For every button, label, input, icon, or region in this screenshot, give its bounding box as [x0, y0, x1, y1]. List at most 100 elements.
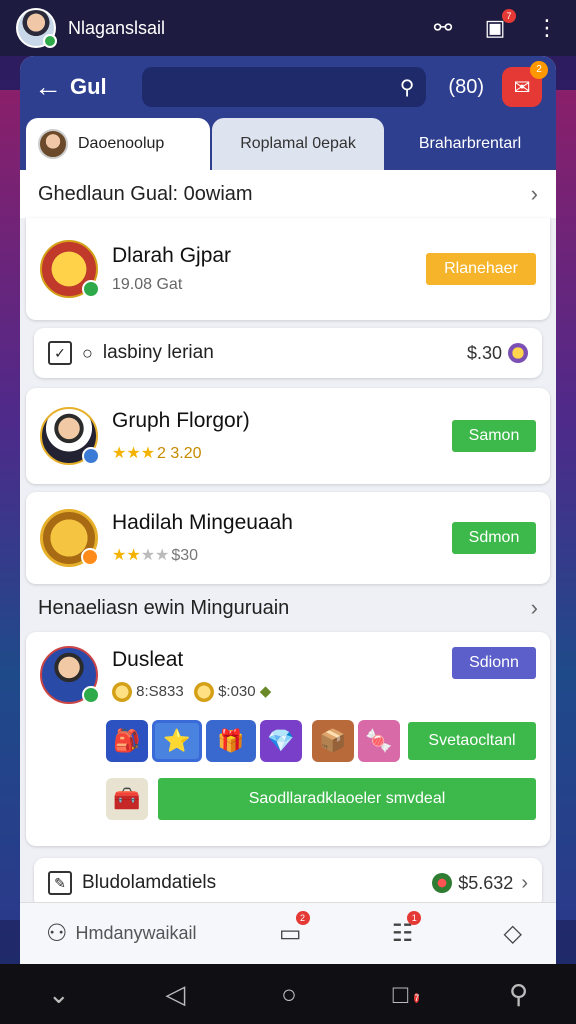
item-name: Hadilah Mingeuaah	[112, 511, 293, 534]
link-icon[interactable]: ⚯	[430, 15, 456, 41]
tab-bar: Daoenoolup Roplamal 0epak Braharbrentarl	[20, 118, 556, 170]
chevron-right-icon: ›	[521, 871, 528, 894]
edit-icon[interactable]: ✎	[48, 871, 72, 895]
featured-action-button[interactable]: Rlanehaer	[426, 253, 536, 285]
notif-badge: 7	[502, 9, 516, 23]
game-tile-icon[interactable]: ⭐	[152, 720, 202, 762]
line-amount: $5.632	[458, 872, 514, 893]
nav-box[interactable]: ◇	[504, 919, 530, 948]
list-item[interactable]: Hadilah Mingeuaah ★★★★ $30 Sdmon	[26, 492, 550, 584]
user-avatar	[40, 646, 100, 704]
coin-icon	[112, 682, 132, 703]
system-nav-bar: ⌄ ◁ ○ □ 7 ⚲	[0, 964, 576, 1024]
bullet-icon: ○	[82, 342, 93, 363]
section-header[interactable]: Ghedlaun Gual: 0owiam ›	[20, 170, 556, 218]
rating-value: 2 3.20	[157, 445, 202, 462]
inbox-button[interactable]: ✉ 2	[502, 61, 548, 107]
assistant-icon[interactable]: ⚲	[509, 979, 528, 1010]
tab-daoenoolup[interactable]: Daoenoolup	[26, 118, 210, 170]
chevron-down-icon[interactable]: ⌄	[48, 979, 70, 1010]
tab-braharbrentarl[interactable]: Braharbrentarl	[384, 118, 556, 170]
game-tile-icon[interactable]: 🎒	[106, 720, 148, 762]
tab-avatar-icon	[38, 129, 68, 159]
tab-label: Roplamal 0epak	[240, 135, 356, 152]
chevron-right-icon: ›	[530, 181, 538, 206]
game-tiles: 🎒 ⭐ 🎁 💎 📦 🍬 Svetaocltanl	[106, 720, 536, 762]
item-subtitle: 19.08 Gat	[112, 276, 183, 293]
info-line-card[interactable]: ✎ Bludolamdatiels $5.632 ›	[34, 858, 542, 908]
search-input[interactable]: ⚲	[142, 67, 427, 107]
back-icon[interactable]: ◁	[165, 979, 185, 1010]
nav-notes[interactable]: ▭ 2	[279, 911, 310, 948]
nav-chat[interactable]: ☷ 1	[392, 911, 422, 948]
tab-roplamal[interactable]: Roplamal 0epak	[212, 118, 384, 170]
recents-badge: 7	[414, 992, 420, 1003]
user-avatar	[40, 407, 100, 465]
nav-label: Hmdanywaikail	[75, 923, 197, 943]
bottom-nav: ⚇ Hmdanywaikail ▭ 2 ☷ 1 ◇	[20, 902, 556, 964]
profile-avatar[interactable]	[16, 8, 57, 48]
checkbox-icon[interactable]: ✓	[48, 341, 72, 365]
game-tile-icon[interactable]: 📦	[312, 720, 354, 762]
coin-value: $:030	[218, 682, 256, 700]
nav-profile[interactable]: ⚇ Hmdanywaikail	[46, 919, 197, 948]
item-action-button[interactable]: Sdmon	[452, 522, 536, 554]
inbox-badge: 2	[530, 61, 548, 79]
tab-label: Braharbrentarl	[418, 135, 522, 152]
game-tile-icon[interactable]: 🎁	[206, 720, 256, 762]
user-icon: ⚇	[46, 920, 68, 947]
line-text: Bludolamdatiels	[82, 872, 217, 893]
back-arrow-icon[interactable]: ←	[34, 71, 70, 103]
verified-icon	[82, 447, 100, 465]
treasure-avatar	[40, 240, 100, 298]
nav-badge: 1	[407, 911, 422, 925]
game-action-button[interactable]: Sdionn	[452, 647, 536, 679]
line-text: lasbiny lerian	[102, 342, 214, 363]
game-tile-icon[interactable]: 💎	[260, 720, 302, 762]
page-title: Gul	[70, 74, 107, 99]
more-vert-icon[interactable]: ⋮	[534, 15, 560, 41]
rating-value: $30	[171, 547, 199, 564]
map-icon: ◆	[259, 682, 272, 700]
list-item[interactable]: Gruph Florgor) ★★★ 2 3.20 Samon	[26, 388, 550, 484]
line-amount: $.30	[466, 342, 502, 363]
featured-card[interactable]: Dlarah Gjpar 19.08 Gat Rlanehaer	[26, 218, 550, 320]
info-line-card[interactable]: ✓ ○ lasbiny lerian $.30	[34, 328, 542, 378]
nav-badge: 2	[295, 911, 310, 925]
chevron-right-icon: ›	[530, 595, 538, 620]
coin-icon	[432, 873, 453, 893]
section-title: Henaeliasn ewin Minguruain	[38, 596, 290, 619]
rating-stars: ★★★ 2 3.20	[112, 445, 202, 462]
box-icon: ◇	[503, 920, 522, 947]
green-action-button[interactable]: Svetaocltanl	[408, 722, 536, 760]
chest-icon: 🧰	[106, 778, 148, 820]
item-name: Gruph Florgor)	[112, 409, 250, 432]
tab-label: Daoenoolup	[78, 135, 165, 152]
status-dot-icon	[81, 548, 99, 566]
lock-icon[interactable]: ▣ 7	[482, 9, 516, 41]
search-icon[interactable]: ⚲	[400, 75, 415, 100]
status-dot-icon	[82, 686, 100, 704]
coin-icon	[193, 682, 214, 703]
item-name: Dlarah Gjpar	[112, 244, 232, 267]
home-icon[interactable]: ○	[281, 979, 297, 1010]
app-header: ← Gul ⚲ (80) ✉ 2	[20, 56, 556, 118]
coin-row: 8:S833 $:030 ◆	[112, 682, 452, 703]
section-header[interactable]: Henaeliasn ewin Minguruain ›	[20, 584, 556, 632]
game-card[interactable]: Dusleat 8:S833 $:030 ◆ Sdionn 🎒 ⭐ 🎁 💎 📦 …	[26, 632, 550, 846]
recents-icon[interactable]: □ 7	[393, 979, 420, 1010]
coin-value: 8:S833	[136, 682, 184, 700]
rating-stars: ★★★★ $30	[112, 547, 199, 564]
result-count: (80)	[448, 75, 484, 98]
online-dot-icon	[43, 34, 57, 48]
wide-action-button[interactable]: Saodllaradklaoeler smvdeal	[158, 778, 536, 820]
main-panel: ← Gul ⚲ (80) ✉ 2 Daoenoolup Roplamal 0epa…	[20, 56, 556, 964]
status-bar: Nlaganslsail ⚯ ▣ 7 ⋮	[0, 0, 576, 56]
bag-avatar	[40, 509, 99, 567]
item-action-button[interactable]: Samon	[452, 420, 536, 452]
section-title: Ghedlaun Gual: 0owiam	[38, 182, 253, 205]
username-label: Nlaganslsail	[68, 17, 166, 38]
game-tile-icon[interactable]: 🍬	[358, 720, 400, 762]
item-name: Dusleat	[112, 647, 184, 671]
coin-icon	[508, 343, 528, 363]
